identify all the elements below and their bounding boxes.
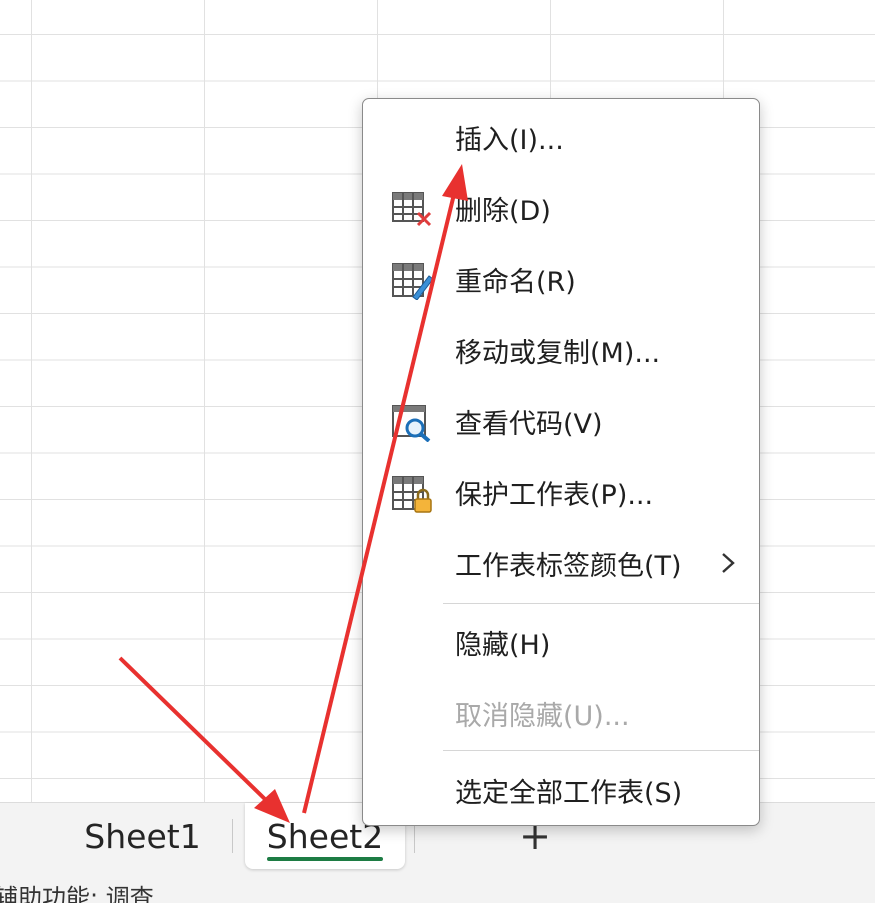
menu-item-label: 移动或复制(M)... [455, 337, 661, 369]
protect-sheet-icon [392, 476, 432, 513]
menu-item-label: 查看代码(V) [455, 408, 603, 440]
tab-divider [232, 819, 233, 853]
menu-item-select-all-sheets[interactable]: 选定全部工作表(S) [363, 758, 759, 822]
menu-item-label: 选定全部工作表(S) [455, 777, 683, 809]
menu-item-label: 工作表标签颜色(T) [455, 550, 682, 582]
menu-item-label: 插入(I)... [455, 124, 564, 156]
menu-item-label: 删除(D) [455, 195, 551, 227]
sheet-rename-icon [392, 263, 434, 300]
menu-item-label: 隐藏(H) [455, 629, 551, 661]
menu-item-unhide: 取消隐藏(U)... [363, 681, 759, 745]
status-bar: 辅助功能: 调查 [0, 884, 875, 903]
chevron-right-icon [722, 553, 735, 573]
menu-separator [443, 750, 759, 751]
menu-item-protect-sheet[interactable]: 保护工作表(P)... [363, 460, 759, 524]
menu-item-rename[interactable]: 重命名(R) [363, 247, 759, 311]
menu-item-tab-color[interactable]: 工作表标签颜色(T) [363, 531, 759, 595]
menu-item-insert[interactable]: 插入(I)... [363, 105, 759, 169]
menu-item-move-copy[interactable]: 移动或复制(M)... [363, 318, 759, 382]
menu-item-label: 重命名(R) [455, 266, 576, 298]
menu-item-view-code[interactable]: 查看代码(V) [363, 389, 759, 453]
menu-item-label: 取消隐藏(U)... [455, 700, 630, 732]
menu-item-label: 保护工作表(P)... [455, 479, 654, 511]
menu-item-hide[interactable]: 隐藏(H) [363, 610, 759, 674]
tab-sheet1[interactable]: Sheet1 [70, 803, 215, 869]
status-accessibility-text[interactable]: 辅助功能: 调查 [0, 886, 154, 903]
sheet-tab-context-menu: 插入(I)... 删除(D) 重命名(R) 移动或复制(M)... 查看代码(V… [362, 98, 760, 826]
active-tab-indicator [267, 857, 383, 861]
tab-label: Sheet1 [84, 816, 201, 856]
menu-separator [443, 603, 759, 604]
sheet-delete-icon [392, 192, 432, 227]
menu-item-delete[interactable]: 删除(D) [363, 176, 759, 240]
view-code-icon [392, 405, 431, 442]
